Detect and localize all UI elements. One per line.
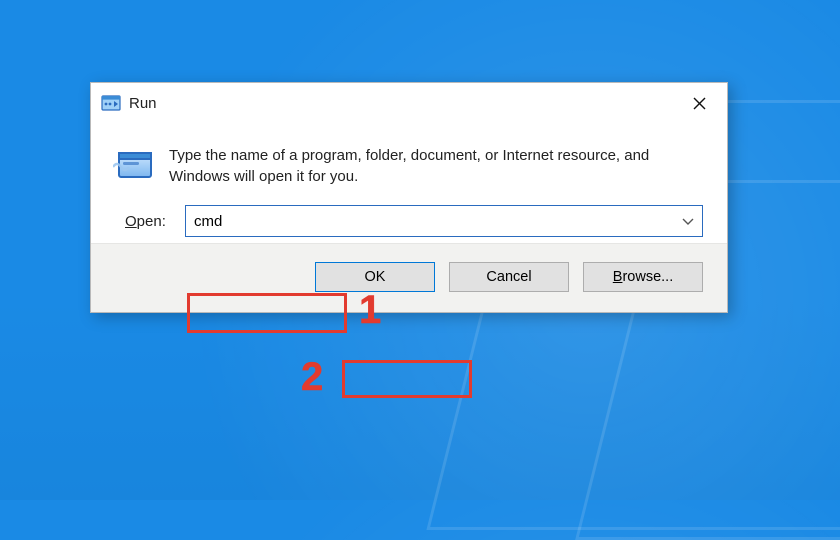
dialog-description: Type the name of a program, folder, docu… <box>169 145 703 187</box>
browse-button-label: Browse... <box>613 269 673 285</box>
button-bar: OK Cancel Browse... <box>91 243 727 312</box>
run-dialog: Run Type the name of a progra <box>90 82 728 313</box>
cancel-button[interactable]: Cancel <box>449 262 569 292</box>
close-button[interactable] <box>677 84 721 122</box>
ok-button-label: OK <box>365 269 386 285</box>
dialog-content: Type the name of a program, folder, docu… <box>91 123 727 191</box>
annotation-highlight-ok <box>342 360 472 398</box>
open-label: Open: <box>125 213 173 230</box>
open-input[interactable] <box>194 206 694 236</box>
dialog-title: Run <box>129 95 157 112</box>
run-app-icon <box>101 94 121 112</box>
chevron-down-icon[interactable] <box>682 215 694 227</box>
run-illustration-icon <box>113 147 157 187</box>
close-icon <box>693 97 706 110</box>
cancel-button-label: Cancel <box>486 269 531 285</box>
open-row: Open: <box>91 191 727 243</box>
open-combobox[interactable] <box>185 205 703 237</box>
annotation-number-2: 2 <box>301 355 323 400</box>
ok-button[interactable]: OK <box>315 262 435 292</box>
titlebar: Run <box>91 83 727 123</box>
browse-button[interactable]: Browse... <box>583 262 703 292</box>
